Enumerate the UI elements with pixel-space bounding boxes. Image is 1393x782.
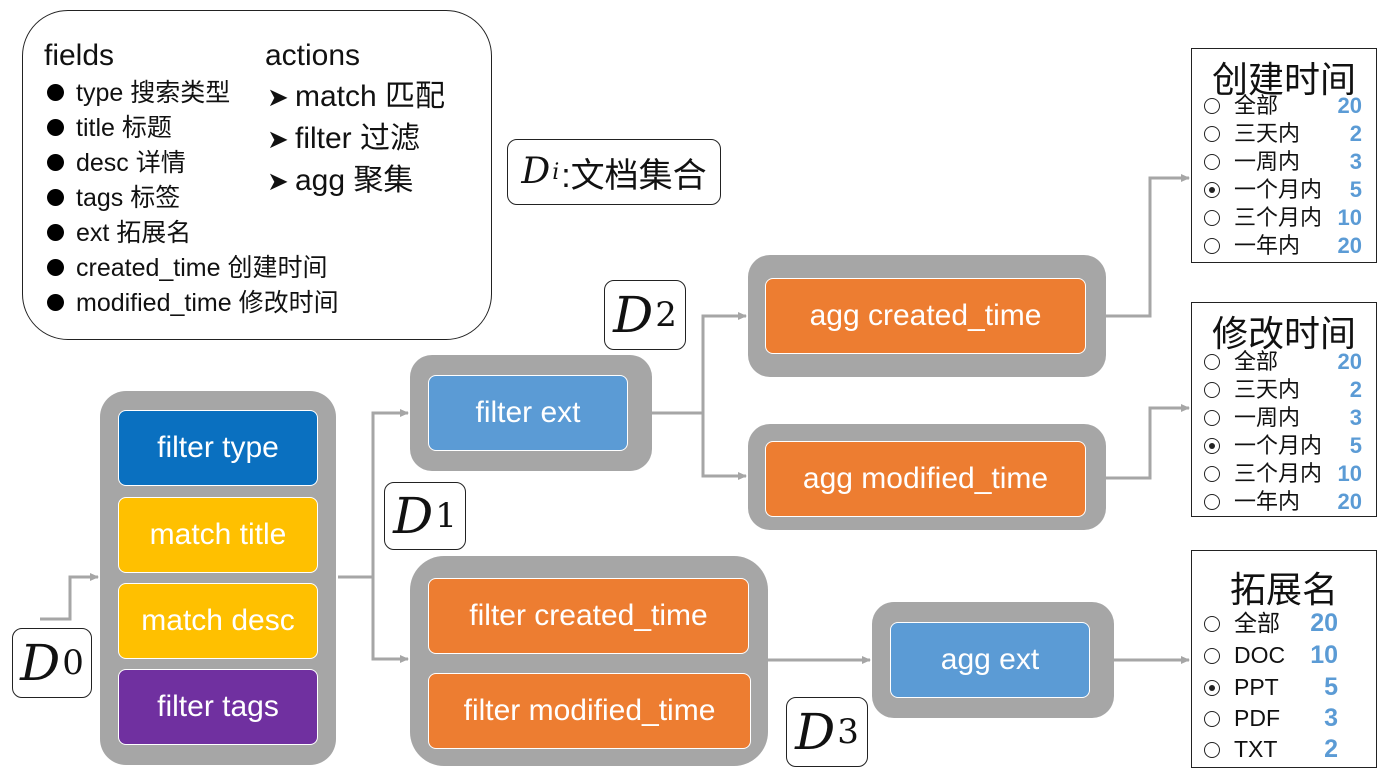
connector-d0-to-stage1 <box>40 573 99 621</box>
radio-icon[interactable] <box>1204 466 1220 482</box>
legend-field-item: created_time 创建时间 <box>47 253 327 283</box>
facet-option[interactable]: 一周内 3 <box>1204 404 1368 432</box>
d0-label: D0 <box>12 628 92 698</box>
legend-action-item: ➤ match 匹配 <box>267 80 446 113</box>
filter-created-time-node[interactable]: filter created_time <box>428 578 749 654</box>
bullet-icon <box>47 259 64 276</box>
radio-icon[interactable] <box>1204 210 1220 226</box>
legend-field-item: ext 拓展名 <box>47 218 191 248</box>
radio-selected-icon[interactable] <box>1204 182 1220 198</box>
radio-icon[interactable] <box>1204 410 1220 426</box>
bullet-icon <box>47 119 64 136</box>
radio-icon[interactable] <box>1204 382 1220 398</box>
match-title-node[interactable]: match title <box>118 497 318 573</box>
bullet-icon <box>47 224 64 241</box>
bullet-icon <box>47 189 64 206</box>
connector-stage1-to-time-filters <box>371 577 409 663</box>
match-desc-node[interactable]: match desc <box>118 583 318 659</box>
connector-filter-ext-to-agg-modified <box>701 413 747 480</box>
arrow-bullet-icon: ➤ <box>267 124 289 154</box>
facet-option[interactable]: 全部 20 <box>1204 608 1368 639</box>
legend-box: fields actions type 搜索类型 title 标题 desc 详… <box>22 10 492 340</box>
fields-heading: fields <box>44 39 115 72</box>
facet-option[interactable]: 一个月内 5 <box>1204 176 1368 204</box>
filter-type-node[interactable]: filter type <box>118 410 318 486</box>
facet-modified-time: 修改时间 全部 20 三天内 2 一周内 3 一个月内 5 三个月内 10 一年内 20 <box>1191 302 1377 517</box>
filter-ext-node[interactable]: filter ext <box>428 375 628 451</box>
agg-modified-time-node[interactable]: agg modified_time <box>765 441 1086 517</box>
facet-option[interactable]: 一个月内 5 <box>1204 432 1368 460</box>
facet-option[interactable]: 一周内 3 <box>1204 148 1368 176</box>
arrow-bullet-icon: ➤ <box>267 82 289 112</box>
facet-created-time: 创建时间 全部 20 三天内 2 一周内 3 一个月内 5 三个月内 10 一年内 20 <box>1191 48 1377 263</box>
facet-title: 拓展名 <box>1229 569 1338 610</box>
radio-icon[interactable] <box>1204 742 1220 758</box>
facet-option[interactable]: 全部 20 <box>1204 348 1368 376</box>
facet-option[interactable]: 三天内 2 <box>1204 376 1368 404</box>
radio-selected-icon[interactable] <box>1204 438 1220 454</box>
radio-icon[interactable] <box>1204 616 1220 632</box>
facet-ext: 拓展名 全部 20 DOC 10 PPT 5 PDF 3 TXT 2 <box>1191 550 1377 768</box>
facet-option[interactable]: DOC 10 <box>1204 640 1368 671</box>
facet-option[interactable]: TXT 2 <box>1204 734 1368 765</box>
radio-selected-icon[interactable] <box>1204 680 1220 696</box>
facet-option[interactable]: 三个月内 10 <box>1204 460 1368 488</box>
legend-field-item: desc 详情 <box>47 148 186 178</box>
facet-option[interactable]: 三个月内 10 <box>1204 204 1368 232</box>
connector-agg-modified-to-facet <box>1106 404 1190 480</box>
radio-icon[interactable] <box>1204 711 1220 727</box>
facet-option[interactable]: 三天内 2 <box>1204 120 1368 148</box>
radio-icon[interactable] <box>1204 154 1220 170</box>
legend-action-item: ➤ filter 过滤 <box>267 122 421 155</box>
bullet-icon <box>47 154 64 171</box>
bullet-icon <box>47 294 64 311</box>
radio-icon[interactable] <box>1204 494 1220 510</box>
filter-modified-time-node[interactable]: filter modified_time <box>428 673 751 749</box>
arrow-bullet-icon: ➤ <box>267 166 289 196</box>
d3-label: D3 <box>786 697 868 767</box>
radio-icon[interactable] <box>1204 98 1220 114</box>
legend-field-item: type 搜索类型 <box>47 78 230 108</box>
facet-option[interactable]: PDF 3 <box>1204 703 1368 734</box>
radio-icon[interactable] <box>1204 648 1220 664</box>
legend-field-item: title 标题 <box>47 113 172 143</box>
agg-created-time-node[interactable]: agg created_time <box>765 278 1086 354</box>
filter-tags-node[interactable]: filter tags <box>118 669 318 745</box>
facet-option[interactable]: 全部 20 <box>1204 92 1368 120</box>
d2-label: D2 <box>604 280 686 350</box>
legend-action-item: ➤ agg 聚集 <box>267 164 414 197</box>
bullet-icon <box>47 84 64 101</box>
connector-agg-created-to-facet <box>1106 174 1190 318</box>
agg-ext-node[interactable]: agg ext <box>890 622 1090 698</box>
radio-icon[interactable] <box>1204 354 1220 370</box>
legend-field-item: tags 标签 <box>47 183 180 213</box>
radio-icon[interactable] <box>1204 126 1220 142</box>
facet-option[interactable]: 一年内 20 <box>1204 488 1368 516</box>
radio-icon[interactable] <box>1204 238 1220 254</box>
actions-heading: actions <box>265 39 361 72</box>
d1-label: D1 <box>384 482 466 550</box>
legend-field-item: modified_time 修改时间 <box>47 288 339 318</box>
doc-set-label: Di:文档集合 <box>507 139 721 205</box>
facet-option[interactable]: PPT 5 <box>1204 672 1368 703</box>
facet-option[interactable]: 一年内 20 <box>1204 232 1368 260</box>
